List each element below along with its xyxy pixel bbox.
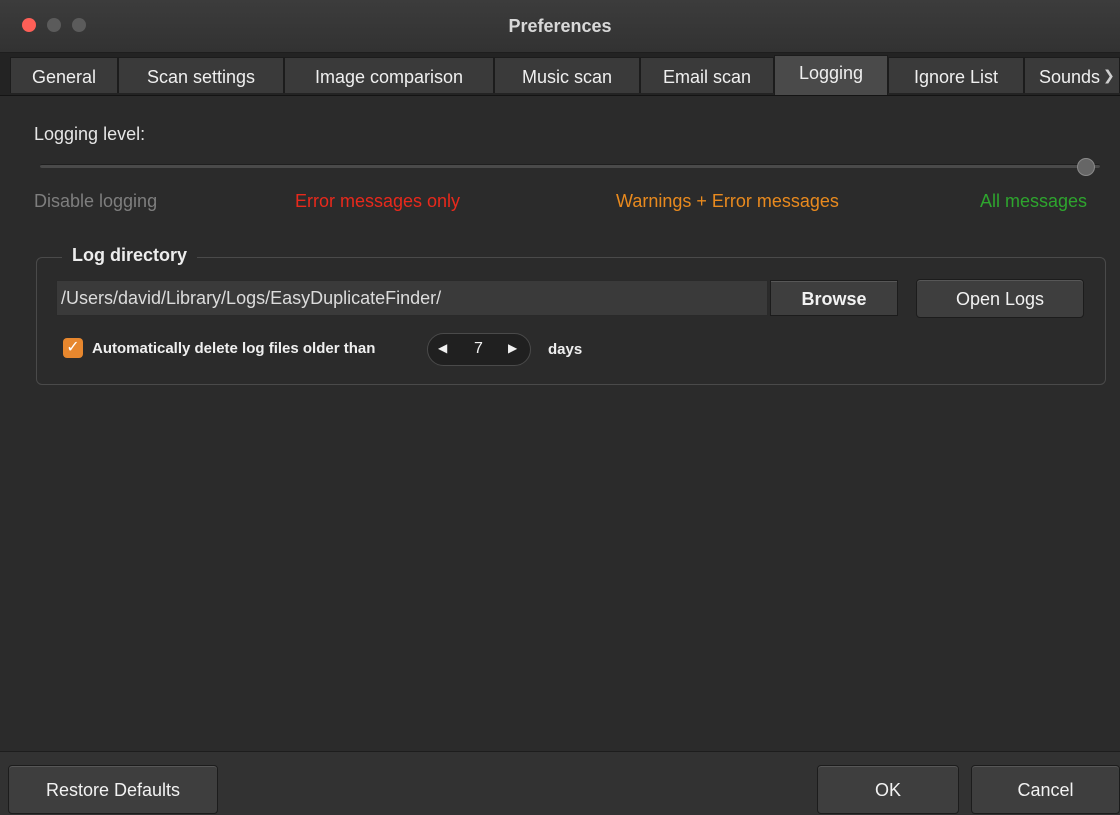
open-logs-button[interactable]: Open Logs	[916, 279, 1084, 318]
cancel-button[interactable]: Cancel	[971, 765, 1120, 814]
tab-image-comparison[interactable]: Image comparison	[284, 57, 494, 93]
title-bar: Preferences	[0, 0, 1120, 53]
log-directory-path-field[interactable]: /Users/david/Library/Logs/EasyDuplicateF…	[56, 280, 768, 316]
log-directory-title: Log directory	[62, 245, 198, 266]
logging-level-slider-thumb[interactable]	[1077, 158, 1095, 176]
restore-defaults-button[interactable]: Restore Defaults	[8, 765, 218, 814]
level-all-messages-label: All messages	[980, 191, 1088, 211]
tab-ignore-list[interactable]: Ignore List	[888, 57, 1024, 93]
auto-delete-checkbox[interactable]: ✓	[63, 338, 83, 358]
tab-email-scan[interactable]: Email scan	[640, 57, 774, 93]
checkmark-icon: ✓	[66, 339, 80, 356]
tab-scan-settings[interactable]: Scan settings	[118, 57, 284, 93]
log-directory-group	[36, 257, 1106, 385]
level-disable-logging-label: Disable logging	[34, 191, 158, 211]
days-value[interactable]: 7	[474, 340, 483, 358]
ok-button[interactable]: OK	[817, 765, 959, 814]
tab-bar: General Scan settings Image comparison M…	[0, 53, 1120, 96]
tab-logging[interactable]: Logging	[774, 55, 888, 95]
tab-scroll-right-icon[interactable]: ❯	[1103, 67, 1115, 84]
days-stepper[interactable]: ◀ 7 ▶	[427, 333, 531, 366]
tab-music-scan[interactable]: Music scan	[494, 57, 640, 93]
auto-delete-label: Automatically delete log files older tha…	[92, 340, 376, 357]
tab-general[interactable]: General	[10, 57, 118, 93]
logging-panel	[8, 96, 1120, 750]
level-warnings-errors-label: Warnings + Error messages	[616, 191, 839, 211]
window-title: Preferences	[508, 16, 612, 36]
logging-level-label: Logging level:	[34, 124, 146, 144]
increment-arrow-icon[interactable]: ▶	[508, 341, 517, 355]
decrement-arrow-icon[interactable]: ◀	[438, 341, 447, 355]
logging-level-slider[interactable]	[40, 164, 1100, 168]
browse-button[interactable]: Browse	[770, 280, 898, 316]
days-unit-label: days	[548, 341, 583, 358]
level-error-only-label: Error messages only	[295, 191, 461, 211]
